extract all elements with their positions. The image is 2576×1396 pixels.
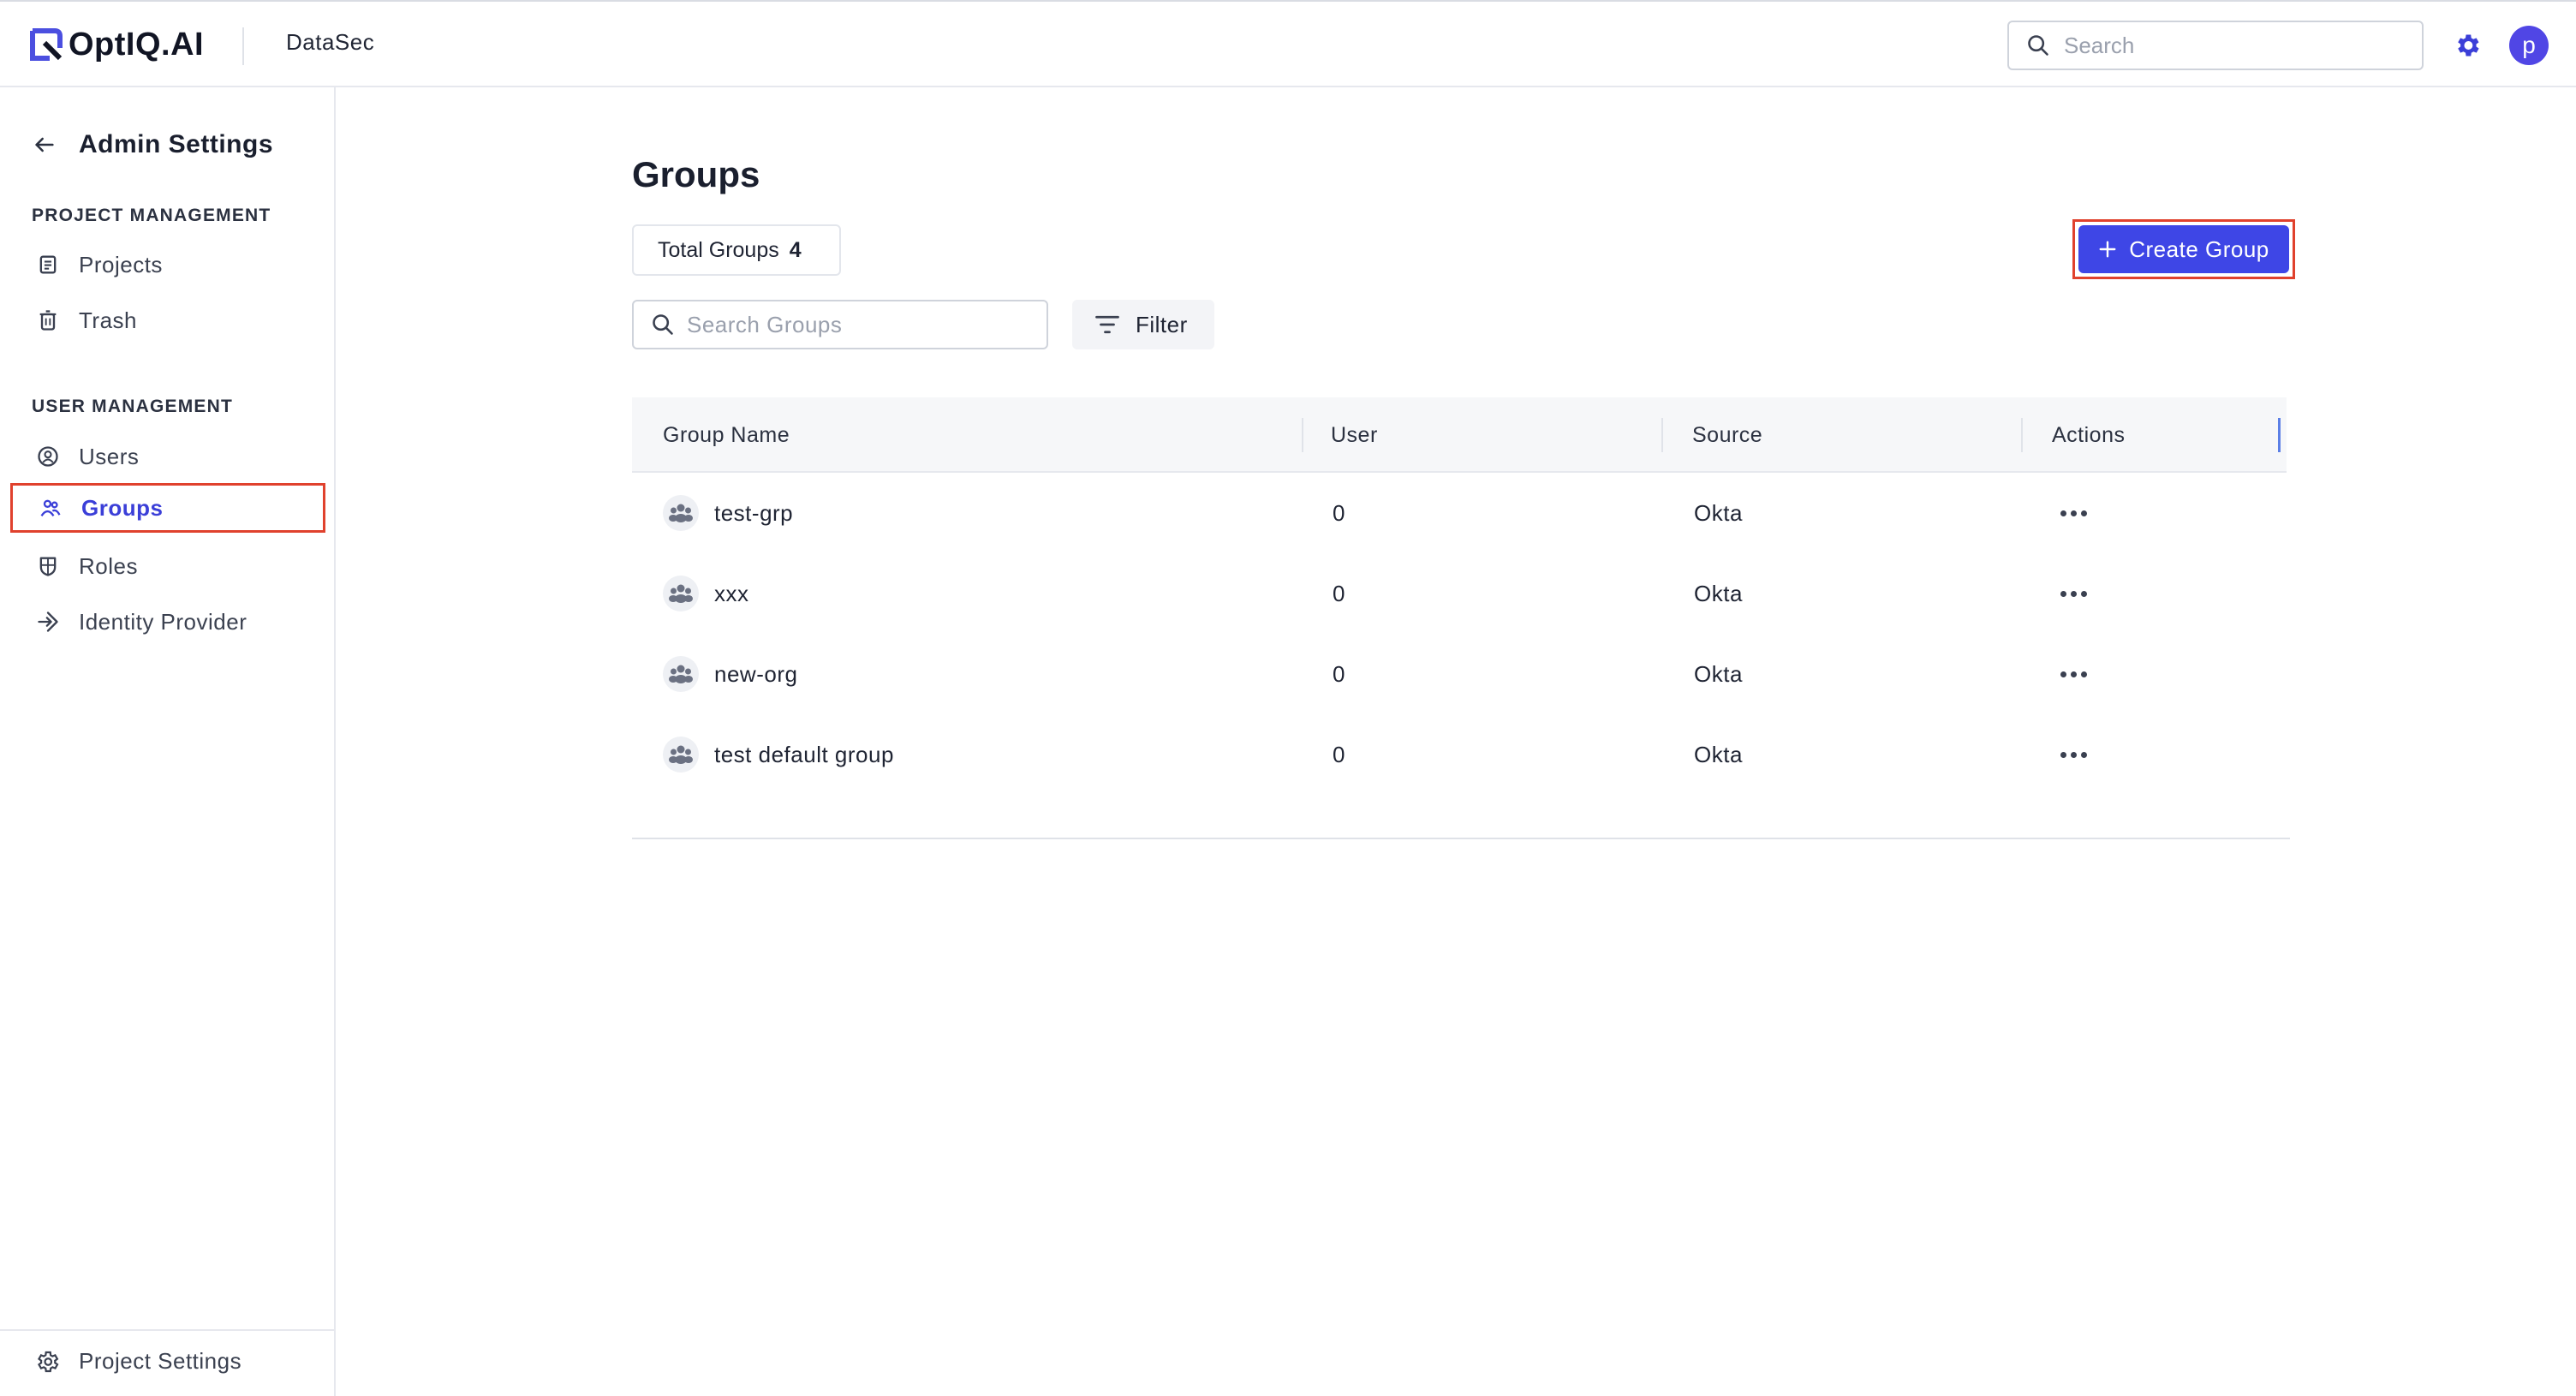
global-search-input[interactable] bbox=[2064, 32, 2389, 59]
total-groups-count: 4 bbox=[789, 237, 802, 262]
sidebar: Admin Settings PROJECT MANAGEMENT Projec… bbox=[0, 87, 336, 1396]
document-icon bbox=[39, 255, 57, 274]
top-bar: OptIQ.AI DataSec p bbox=[0, 0, 2576, 87]
section-label-project-management: PROJECT MANAGEMENT bbox=[32, 206, 271, 225]
admin-settings-title: Admin Settings bbox=[79, 130, 274, 158]
table-row[interactable]: xxx 0 Okta bbox=[632, 553, 2287, 634]
sidebar-item-groups[interactable]: Groups bbox=[10, 483, 325, 533]
column-resize-handle[interactable] bbox=[2278, 418, 2281, 452]
group-name[interactable]: xxx bbox=[714, 581, 749, 607]
shield-icon bbox=[39, 557, 57, 576]
column-header-source[interactable]: Source bbox=[1692, 397, 1762, 473]
table-row[interactable]: new-org 0 Okta bbox=[632, 634, 2287, 714]
sidebar-item-projects[interactable]: Projects bbox=[10, 240, 325, 289]
section-label-user-management: USER MANAGEMENT bbox=[32, 397, 234, 416]
search-icon bbox=[653, 314, 673, 335]
actions-cell bbox=[2055, 473, 2092, 553]
group-name[interactable]: test default group bbox=[714, 742, 894, 768]
back-arrow-icon[interactable] bbox=[33, 133, 57, 157]
table-row[interactable]: test-grp 0 Okta bbox=[632, 473, 2287, 553]
sidebar-item-trash[interactable]: Trash bbox=[10, 295, 325, 345]
actions-cell bbox=[2055, 714, 2092, 795]
source-value: Okta bbox=[1694, 580, 1743, 606]
group-name-cell: test-grp bbox=[663, 473, 793, 553]
table-header: Group Name User Source Actions bbox=[632, 397, 2287, 473]
group-avatar-icon bbox=[663, 656, 699, 692]
sidebar-item-label: Roles bbox=[79, 552, 138, 579]
filter-button[interactable]: Filter bbox=[1072, 300, 1214, 349]
column-header-group-name[interactable]: Group Name bbox=[663, 397, 790, 473]
group-search-input[interactable] bbox=[687, 311, 1029, 338]
group-name-cell: new-org bbox=[663, 634, 797, 714]
actions-cell bbox=[2055, 634, 2092, 714]
sidebar-footer: Project Settings bbox=[0, 1329, 334, 1396]
trash-icon bbox=[39, 310, 57, 331]
group-icon bbox=[40, 499, 61, 517]
user-count: 0 bbox=[1333, 580, 1345, 606]
sidebar-item-users[interactable]: Users bbox=[10, 432, 325, 481]
filter-icon bbox=[1095, 315, 1119, 334]
project-settings-link[interactable]: Project Settings bbox=[34, 1348, 242, 1375]
group-avatar-icon bbox=[663, 576, 699, 611]
group-avatar-icon bbox=[663, 737, 699, 773]
column-divider[interactable] bbox=[2021, 418, 2023, 452]
admin-settings-header[interactable]: Admin Settings bbox=[33, 130, 273, 159]
total-groups-label: Total Groups bbox=[658, 237, 779, 262]
group-name[interactable]: new-org bbox=[714, 661, 797, 688]
product-name[interactable]: DataSec bbox=[286, 29, 374, 56]
sidebar-item-label: Trash bbox=[79, 307, 137, 333]
sidebar-item-identity-provider[interactable]: Identity Provider bbox=[10, 597, 325, 647]
sidebar-item-roles[interactable]: Roles bbox=[10, 541, 325, 591]
filter-label: Filter bbox=[1136, 311, 1188, 337]
column-header-actions[interactable]: Actions bbox=[2052, 397, 2125, 473]
column-divider[interactable] bbox=[1302, 418, 1303, 452]
global-search-box[interactable] bbox=[2007, 21, 2424, 70]
gear-icon bbox=[38, 1351, 59, 1372]
login-arrow-icon bbox=[38, 611, 58, 632]
logo-text: OptIQ.AI bbox=[69, 26, 205, 63]
more-actions-icon[interactable] bbox=[2055, 586, 2092, 602]
user-count: 0 bbox=[1333, 741, 1345, 767]
group-name-cell: test default group bbox=[663, 714, 894, 795]
user-avatar[interactable]: p bbox=[2509, 26, 2549, 65]
source-value: Okta bbox=[1694, 660, 1743, 687]
table-row[interactable]: test default group 0 Okta bbox=[632, 714, 2287, 795]
group-avatar-icon bbox=[663, 495, 699, 531]
user-count: 0 bbox=[1333, 499, 1345, 526]
total-groups-badge: Total Groups 4 bbox=[632, 224, 841, 276]
groups-table: Group Name User Source Actions test-grp … bbox=[632, 397, 2290, 839]
group-search-box[interactable] bbox=[632, 300, 1048, 349]
sidebar-item-label: Projects bbox=[79, 251, 163, 277]
sidebar-item-label: Identity Provider bbox=[79, 608, 247, 635]
logo-mark-icon bbox=[30, 28, 63, 61]
user-count: 0 bbox=[1333, 660, 1345, 687]
more-actions-icon[interactable] bbox=[2055, 505, 2092, 522]
actions-cell bbox=[2055, 553, 2092, 634]
sidebar-item-label: Users bbox=[79, 443, 140, 469]
sidebar-item-label: Groups bbox=[81, 494, 164, 521]
source-value: Okta bbox=[1694, 499, 1743, 526]
more-actions-icon[interactable] bbox=[2055, 747, 2092, 763]
topbar-divider bbox=[242, 27, 244, 65]
more-actions-icon[interactable] bbox=[2055, 666, 2092, 683]
page-title: Groups bbox=[632, 154, 760, 194]
plus-icon bbox=[2099, 241, 2116, 258]
search-icon bbox=[2028, 35, 2048, 56]
column-divider[interactable] bbox=[1661, 418, 1663, 452]
settings-gear-icon[interactable] bbox=[2453, 31, 2482, 60]
create-group-label: Create Group bbox=[2129, 236, 2269, 262]
app-logo[interactable]: OptIQ.AI bbox=[29, 24, 204, 65]
source-value: Okta bbox=[1694, 741, 1743, 767]
group-name-cell: xxx bbox=[663, 553, 749, 634]
project-settings-label: Project Settings bbox=[79, 1348, 242, 1374]
create-group-button[interactable]: Create Group bbox=[2078, 225, 2289, 273]
create-group-highlight: Create Group bbox=[2072, 219, 2295, 279]
column-header-user[interactable]: User bbox=[1331, 397, 1378, 473]
user-circle-icon bbox=[38, 446, 58, 467]
table-bottom-divider bbox=[632, 838, 2290, 839]
group-name[interactable]: test-grp bbox=[714, 500, 793, 527]
